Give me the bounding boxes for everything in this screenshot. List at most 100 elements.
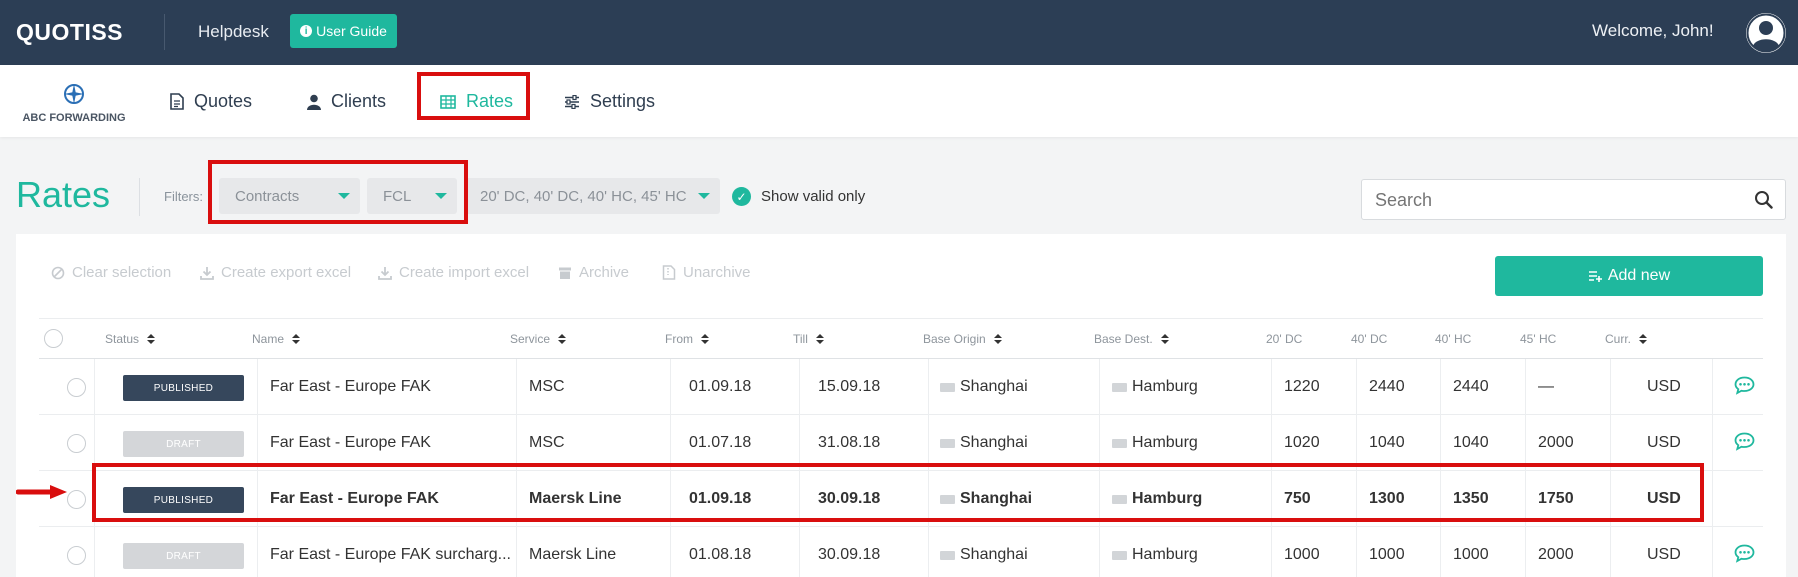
rate-dest: Hamburg (1112, 527, 1272, 577)
sort-icon (815, 334, 824, 344)
ship-icon (1112, 550, 1127, 560)
rate-45hc: 2000 (1538, 546, 1574, 563)
container-types-select[interactable]: 20' DC, 40' DC, 40' HC, 45' HC (465, 178, 720, 214)
create-import-excel-button[interactable]: Create import excel (378, 264, 529, 281)
brand-name: ABC FORWARDING (22, 112, 126, 124)
header-base-dest-label: Base Dest. (1094, 332, 1153, 346)
nav-quotes-label: Quotes (194, 91, 253, 111)
download-icon (378, 266, 392, 280)
filters-highlight (208, 160, 468, 224)
table-row[interactable]: DRAFT Far East - Europe FAK surcharg... … (39, 527, 1763, 577)
comment-icon[interactable] (1734, 544, 1755, 563)
archive-button[interactable]: Archive (558, 264, 629, 281)
rate-40hc: 2440 (1453, 378, 1489, 395)
sliders-icon (565, 94, 579, 109)
header-40hc-label: 40' HC (1435, 332, 1472, 346)
header-till[interactable]: Till (793, 332, 824, 346)
comment-icon[interactable] (1734, 432, 1755, 451)
add-list-icon (1588, 271, 1602, 282)
nav-settings[interactable]: Settings (564, 91, 655, 112)
rate-from: 01.09.18 (689, 378, 752, 395)
rate-20dc: 1000 (1284, 546, 1320, 563)
unarchive-button[interactable]: Unarchive (662, 264, 751, 281)
quotiss-logo[interactable]: QUOTISS (16, 19, 123, 46)
rate-till: 30.09.18 (818, 546, 881, 563)
caret-down-icon (698, 193, 710, 199)
show-valid-checkbox[interactable]: ✓ (732, 187, 751, 206)
document-icon (170, 93, 184, 110)
header-from-label: From (665, 332, 693, 346)
search-icon[interactable] (1754, 190, 1773, 209)
add-new-label: Add new (1607, 267, 1671, 284)
container-types-value: 20' DC, 40' DC, 40' HC, 45' HC (480, 187, 687, 205)
header-40dc-label: 40' DC (1351, 332, 1388, 346)
select-all-radio[interactable] (44, 329, 63, 348)
status-badge: DRAFT (123, 431, 244, 457)
compass-icon (64, 84, 84, 104)
ban-icon (51, 266, 65, 279)
red-arrow-icon (16, 485, 67, 499)
user-guide-button[interactable]: i User Guide (290, 14, 397, 48)
add-new-button[interactable]: Add new (1495, 256, 1763, 296)
header-currency-label: Curr. (1605, 332, 1632, 346)
main-nav: ABC FORWARDING Quotes Clients Rates Sett… (0, 65, 1798, 137)
header-from[interactable]: From (665, 332, 709, 346)
title-divider (139, 178, 140, 216)
header-status[interactable]: Status (105, 332, 156, 346)
search-box (1361, 179, 1786, 220)
ship-icon (940, 438, 955, 448)
rate-from: 01.08.18 (689, 546, 752, 563)
user-icon (307, 94, 321, 110)
rate-service: Maersk Line (529, 546, 617, 563)
header-currency[interactable]: Curr. (1605, 332, 1648, 346)
row-select-radio[interactable] (67, 378, 86, 397)
archive-icon (559, 267, 571, 279)
search-input[interactable] (1375, 189, 1735, 211)
info-icon: i (300, 25, 313, 37)
header-service-label: Service (510, 332, 551, 346)
rate-40dc: 1000 (1369, 546, 1405, 563)
rate-dest: Hamburg (1112, 359, 1272, 415)
rate-40hc: 1000 (1453, 546, 1489, 563)
create-export-excel-button[interactable]: Create export excel (200, 264, 351, 281)
rate-currency: USD (1647, 378, 1681, 395)
create-import-excel-label: Create import excel (399, 264, 530, 281)
clear-selection-button[interactable]: Clear selection (51, 264, 171, 281)
create-export-excel-label: Create export excel (221, 264, 352, 281)
status-badge: PUBLISHED (123, 375, 244, 401)
sort-icon (1639, 334, 1648, 344)
header-base-origin[interactable]: Base Origin (923, 332, 1002, 346)
download-icon (200, 266, 214, 280)
rate-dest-label: Hamburg (1132, 378, 1198, 395)
row-select-radio[interactable] (67, 434, 86, 453)
archive-label: Archive (579, 264, 630, 281)
avatar-icon[interactable] (1746, 13, 1786, 53)
rate-20dc: 1220 (1284, 378, 1320, 395)
header-20dc-label: 20' DC (1266, 332, 1303, 346)
header-service[interactable]: Service (510, 332, 567, 346)
ship-icon (1112, 382, 1127, 392)
file-archive-icon (662, 265, 676, 280)
rate-service: MSC (529, 378, 565, 395)
header-name[interactable]: Name (252, 332, 301, 346)
header-base-dest[interactable]: Base Dest. (1094, 332, 1169, 346)
sort-icon (701, 334, 709, 344)
table-header: Status Name Service From Till Base Origi… (39, 318, 1763, 359)
row-select-radio[interactable] (67, 546, 86, 565)
table-row[interactable]: PUBLISHED Far East - Europe FAK MSC 01.0… (39, 359, 1763, 415)
header-40dc: 40' DC (1351, 332, 1387, 346)
nav-clients[interactable]: Clients (307, 91, 386, 112)
header-status-label: Status (105, 332, 140, 346)
filters-label: Filters: (164, 189, 203, 204)
comment-icon[interactable] (1734, 376, 1755, 395)
ship-icon (940, 382, 955, 392)
top-divider (164, 14, 165, 50)
brand-logo[interactable]: ABC FORWARDING (16, 83, 132, 124)
header-45hc: 45' HC (1520, 332, 1556, 346)
row-select-radio[interactable] (67, 490, 86, 509)
show-valid-label: Show valid only (761, 188, 866, 205)
nav-quotes[interactable]: Quotes (170, 91, 252, 112)
helpdesk-link[interactable]: Helpdesk (198, 22, 269, 42)
header-40hc: 40' HC (1435, 332, 1471, 346)
rates-card: Clear selection Create export excel Crea… (16, 234, 1786, 577)
